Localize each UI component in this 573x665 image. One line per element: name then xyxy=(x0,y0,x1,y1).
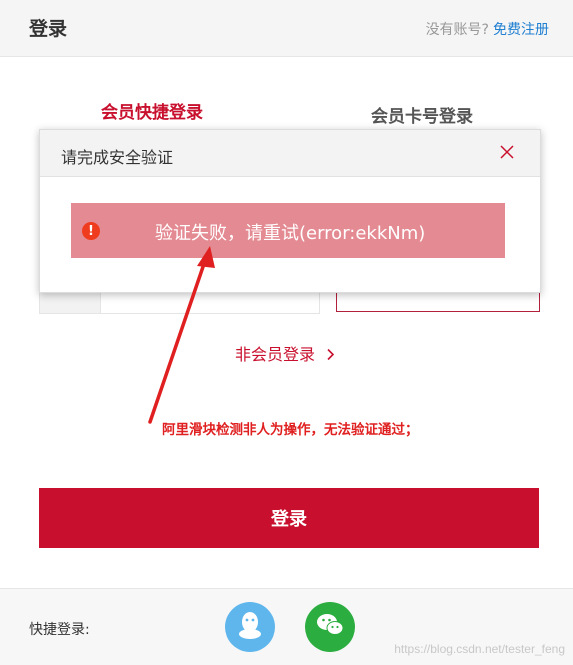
annotation-text: 阿里滑块检测非人为操作，无法验证通过； xyxy=(162,422,419,438)
qq-icon xyxy=(237,610,263,644)
qq-login-button[interactable] xyxy=(225,602,275,652)
error-icon: ! xyxy=(82,222,100,240)
nonmember-login-link[interactable]: 非会员登录 xyxy=(235,341,335,365)
page-title: 登录 xyxy=(29,18,68,40)
card-input-field[interactable] xyxy=(336,290,540,312)
chevron-right-icon xyxy=(321,345,335,364)
wechat-icon xyxy=(315,612,345,642)
login-input-field[interactable] xyxy=(100,290,320,314)
no-account-text: 没有账号? xyxy=(425,22,489,38)
login-button[interactable]: 登录 xyxy=(39,488,539,548)
quick-login-label: 快捷登录: xyxy=(29,622,90,638)
field-prefix-box xyxy=(39,290,100,314)
nonmember-login-label: 非会员登录 xyxy=(235,345,316,364)
wechat-login-button[interactable] xyxy=(305,602,355,652)
page-header: 登录 没有账号? 免费注册 xyxy=(0,0,573,57)
verification-error-bar: ! 验证失败，请重试(error:ekkNm) xyxy=(71,203,505,258)
modal-header: 请完成安全验证 xyxy=(40,130,540,177)
quick-login-footer: 快捷登录: https://blog.csdn.net/tester_feng xyxy=(0,588,573,665)
tab-member-card-login[interactable]: 会员卡号登录 xyxy=(371,102,473,127)
annotation-arrow xyxy=(148,246,215,424)
security-verification-modal: 请完成安全验证 ! 验证失败，请重试(error:ekkNm) xyxy=(39,129,541,293)
watermark-text: https://blog.csdn.net/tester_feng xyxy=(394,642,565,656)
modal-title: 请完成安全验证 xyxy=(61,148,174,167)
error-message: 验证失败，请重试(error:ekkNm) xyxy=(155,223,426,244)
tab-member-fast-login[interactable]: 会员快捷登录 xyxy=(101,98,203,123)
register-link[interactable]: 免费注册 xyxy=(493,22,549,38)
close-icon[interactable] xyxy=(496,141,518,163)
register-prompt: 没有账号? 免费注册 xyxy=(426,19,549,39)
